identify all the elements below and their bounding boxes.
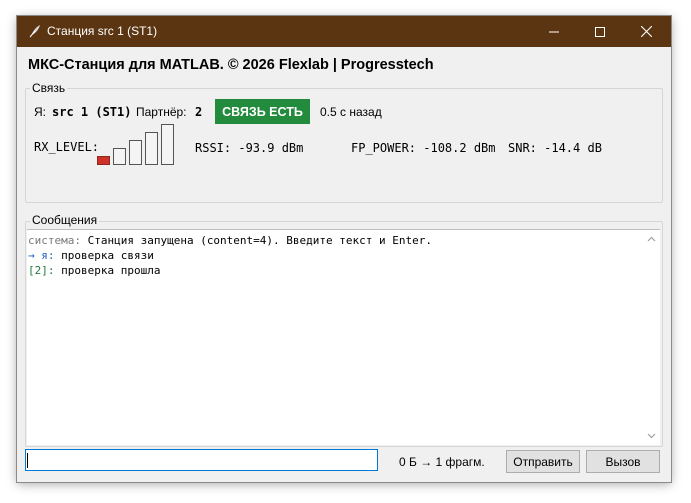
partner-value: 2 xyxy=(195,105,203,119)
status-badge: СВЯЗЬ ЕСТЬ xyxy=(215,99,310,124)
close-icon xyxy=(640,26,652,37)
rx-level-label: RX_LEVEL: xyxy=(34,140,100,154)
maximize-button[interactable] xyxy=(577,16,623,47)
rx-level-bar xyxy=(145,132,158,165)
snr-value: SNR: -14.4 dB xyxy=(508,141,602,155)
title-bar[interactable]: Станция src 1 (ST1) xyxy=(17,16,671,47)
feather-icon xyxy=(28,24,42,38)
bytes-fragments-info: 0 Б → 1 фрагм. xyxy=(399,455,485,469)
me-label: Я: xyxy=(34,105,46,119)
message-text: Станция запущена (content=4). Введите те… xyxy=(80,234,432,247)
rx-level-bar xyxy=(129,140,142,165)
rx-level-bar xyxy=(97,156,110,165)
partner-label: Партнёр: xyxy=(136,105,187,119)
close-button[interactable] xyxy=(623,16,669,47)
message-sender: → я: xyxy=(28,249,55,262)
message-sender: система: xyxy=(28,234,81,247)
messages-scrollbar[interactable] xyxy=(643,230,660,445)
rx-level-bar xyxy=(161,124,174,165)
maximize-icon xyxy=(595,26,605,37)
call-button[interactable]: Вызов xyxy=(586,450,660,473)
app-title: МКС-Станция для MATLAB. © 2026 Flexlab |… xyxy=(28,57,434,73)
minimize-icon xyxy=(549,31,559,32)
scroll-up-icon[interactable] xyxy=(647,235,656,244)
app-window: Станция src 1 (ST1) МКС-Станция для MATL… xyxy=(17,16,671,482)
message-line: → я: проверка связи xyxy=(28,249,154,262)
message-text: проверка прошла xyxy=(54,264,161,277)
rssi-value: RSSI: -93.9 dBm xyxy=(195,141,304,155)
text-caret xyxy=(27,453,28,468)
send-button[interactable]: Отправить xyxy=(506,450,580,473)
minimize-button[interactable] xyxy=(531,16,577,47)
messages-log[interactable]: система: Станция запущена (content=4). В… xyxy=(27,229,660,445)
scroll-down-icon[interactable] xyxy=(647,431,656,440)
message-text: проверка связи xyxy=(54,249,154,262)
rx-level-bar xyxy=(113,148,126,165)
window-title: Станция src 1 (ST1) xyxy=(47,24,158,38)
message-line: система: Станция запущена (content=4). В… xyxy=(28,234,432,247)
message-sender: [2]: xyxy=(28,264,55,277)
last-seen-label: 0.5 с назад xyxy=(320,105,382,119)
message-line: [2]: проверка прошла xyxy=(28,264,160,277)
fp-power-value: FP_POWER: -108.2 dBm xyxy=(351,141,496,155)
message-input[interactable] xyxy=(25,449,378,471)
messages-group-legend: Сообщения xyxy=(30,213,100,227)
me-value: src 1 (ST1) xyxy=(52,105,132,119)
link-group-legend: Связь xyxy=(30,81,68,95)
